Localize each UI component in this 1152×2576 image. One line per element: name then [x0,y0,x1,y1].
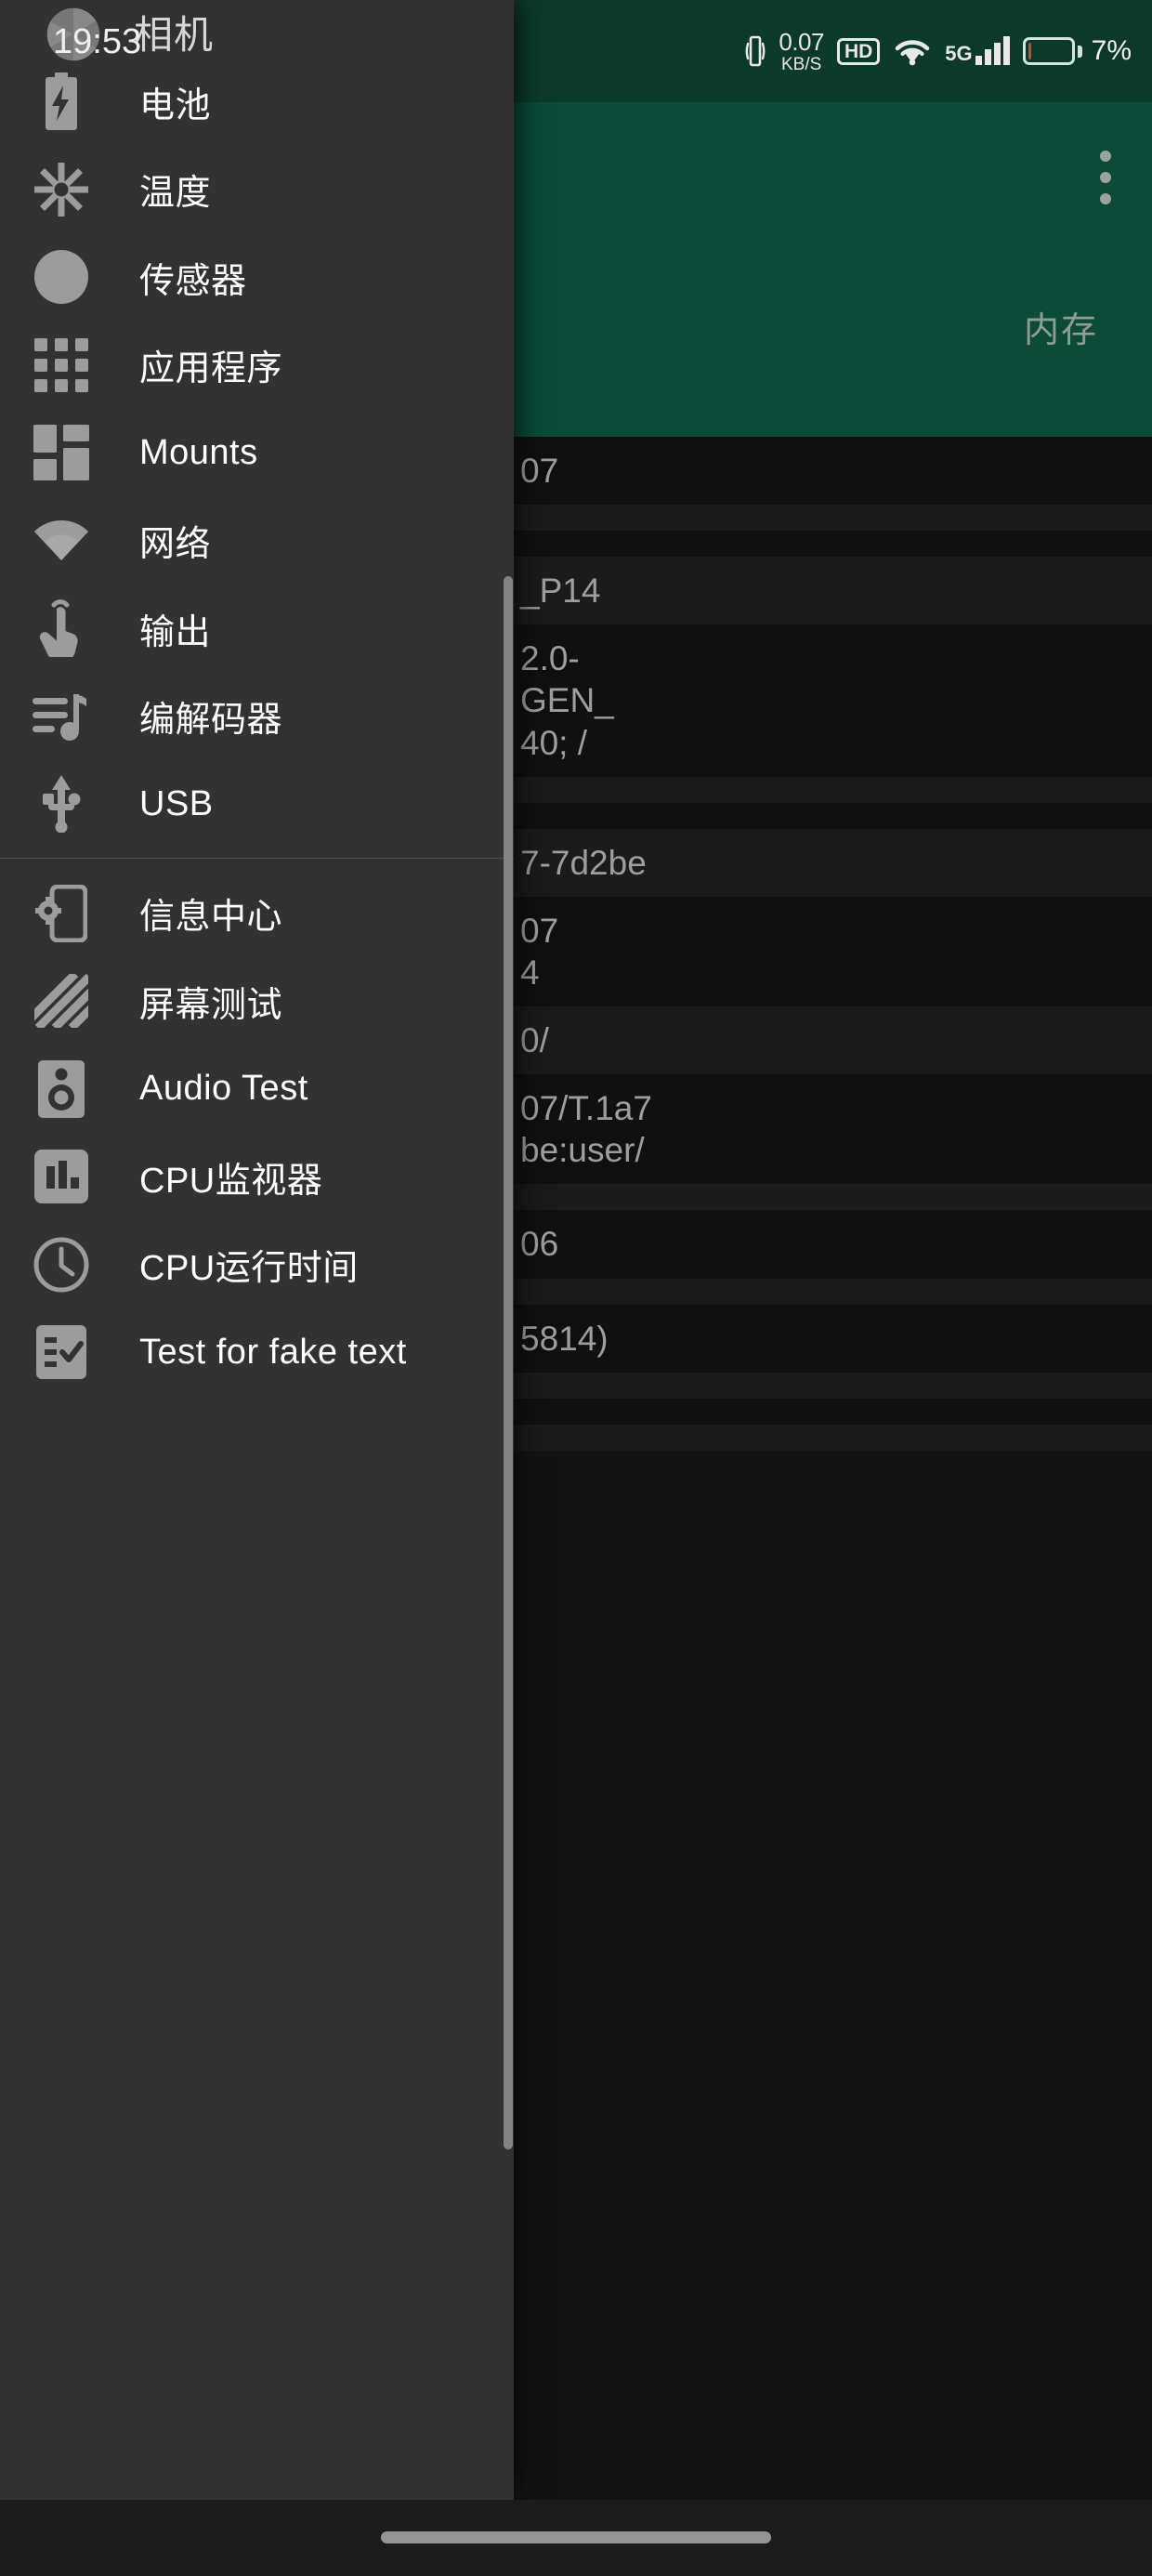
drawer-item-label: USB [139,783,214,823]
network-speed-indicator: 0.07 KB/S [779,30,824,73]
drawer-item-label: 信息中心 [139,898,283,938]
drawer-item-battery[interactable]: 电池 [0,58,514,146]
background-row-text: _P14 [520,572,601,611]
tab-memory[interactable]: 内存 [1024,301,1098,352]
home-gesture-pill[interactable] [381,2531,771,2543]
drawer-item-temperature[interactable]: 温度 [0,146,514,234]
drawer-item-label: 电池 [139,85,212,125]
background-row-text: 07 4 [520,911,559,992]
signal-bars-icon [975,36,1010,65]
usb-icon [28,775,95,834]
network-speed-unit: KB/S [780,54,822,74]
drawer-menu[interactable]: 电池 温度 传感器 应用程序 Mounts 网络 输出 编解码器 USB 信息中… [0,58,514,2500]
music-queue-icon [28,689,95,744]
phone-settings-icon [28,884,95,942]
drawer-item-cpu-uptime[interactable]: CPU运行时间 [0,1221,514,1309]
touch-tap-icon [28,599,95,658]
status-bar-icons: 0.07 KB/S HD 5G 7% [745,0,1132,102]
background-row-text: 06 [520,1225,559,1264]
drawer-item-label: 传感器 [139,261,247,301]
network-speed-value: 0.07 [779,27,824,56]
drawer-item-codecs[interactable]: 编解码器 [0,673,514,761]
drawer-item-label: 应用程序 [139,349,283,389]
drawer-item-label: 网络 [139,525,212,565]
wifi-icon [28,513,95,569]
background-row-text: 07/T.1a7 be:user/ [520,1089,652,1170]
background-row-text: 5814) [520,1319,609,1358]
list-scrollbar[interactable] [504,576,513,2149]
drawer-item-apps[interactable]: 应用程序 [0,322,514,410]
dashboard-icon [28,425,95,481]
background-row-text: 07 [520,452,559,490]
drawer-item-info-center[interactable]: 信息中心 [0,870,514,958]
drawer-header: 19:53 相机 [0,0,514,62]
vibrate-icon [745,34,766,68]
drawer-item-label: CPU监视器 [139,1161,323,1201]
drawer-item-mounts[interactable]: Mounts [0,409,514,497]
apps-grid-icon [28,337,95,393]
drawer-item-output[interactable]: 输出 [0,585,514,673]
more-vertical-icon[interactable] [1100,151,1111,204]
drawer-divider [0,857,514,859]
navigation-drawer[interactable]: 19:53 相机 电池 温度 传感器 应用程序 Mounts 网络 输出 编解码… [0,0,514,2500]
drawer-item-audio-test[interactable]: Audio Test [0,1045,514,1134]
background-row-text: 7-7d2be [520,843,647,882]
drawer-item-screen-test[interactable]: 屏幕测试 [0,957,514,1045]
drawer-item-label: 屏幕测试 [139,985,283,1025]
checklist-icon [28,1324,95,1380]
drawer-item-sensors[interactable]: 传感器 [0,233,514,322]
speaker-icon [28,1059,95,1118]
background-row-text: 2.0- GEN_ 40; / [520,639,614,762]
diagonal-stripes-icon [28,973,95,1029]
drawer-item-label: Test for fake text [139,1332,407,1372]
clock-label: 19:53 [53,22,142,61]
compass-icon [28,249,95,305]
system-navigation-bar [0,2500,1152,2576]
drawer-item-network[interactable]: 网络 [0,497,514,585]
battery-percent-label: 7% [1091,35,1132,66]
drawer-item-label: Audio Test [139,1069,308,1109]
hd-voice-icon: HD [836,37,881,65]
drawer-item-label: Mounts [139,432,258,472]
drawer-item-label: 编解码器 [139,701,283,741]
clock-icon [28,1237,95,1293]
drawer-item-fake-text-test[interactable]: Test for fake text [0,1308,514,1397]
bar-chart-icon [28,1149,95,1204]
phone-screen: 0.07 KB/S HD 5G 7% 内存 07 _P14 2.0- GEN_ … [0,0,1152,2576]
drawer-item-label: 输出 [139,612,212,652]
battery-status: 7% [1022,35,1132,67]
snowflake-icon [28,162,95,217]
drawer-item-cpu-monitor[interactable]: CPU监视器 [0,1133,514,1221]
background-row-text: 0/ [520,1021,549,1059]
mobile-signal-indicator: 5G [945,36,1010,65]
drawer-title: 相机 [134,13,215,57]
battery-icon [1022,37,1075,65]
drawer-item-usb[interactable]: USB [0,760,514,848]
wifi-icon [893,35,932,67]
drawer-item-label: CPU运行时间 [139,1249,359,1289]
drawer-item-label: 温度 [139,174,212,214]
battery-icon [28,72,95,131]
network-type-label: 5G [945,42,973,65]
